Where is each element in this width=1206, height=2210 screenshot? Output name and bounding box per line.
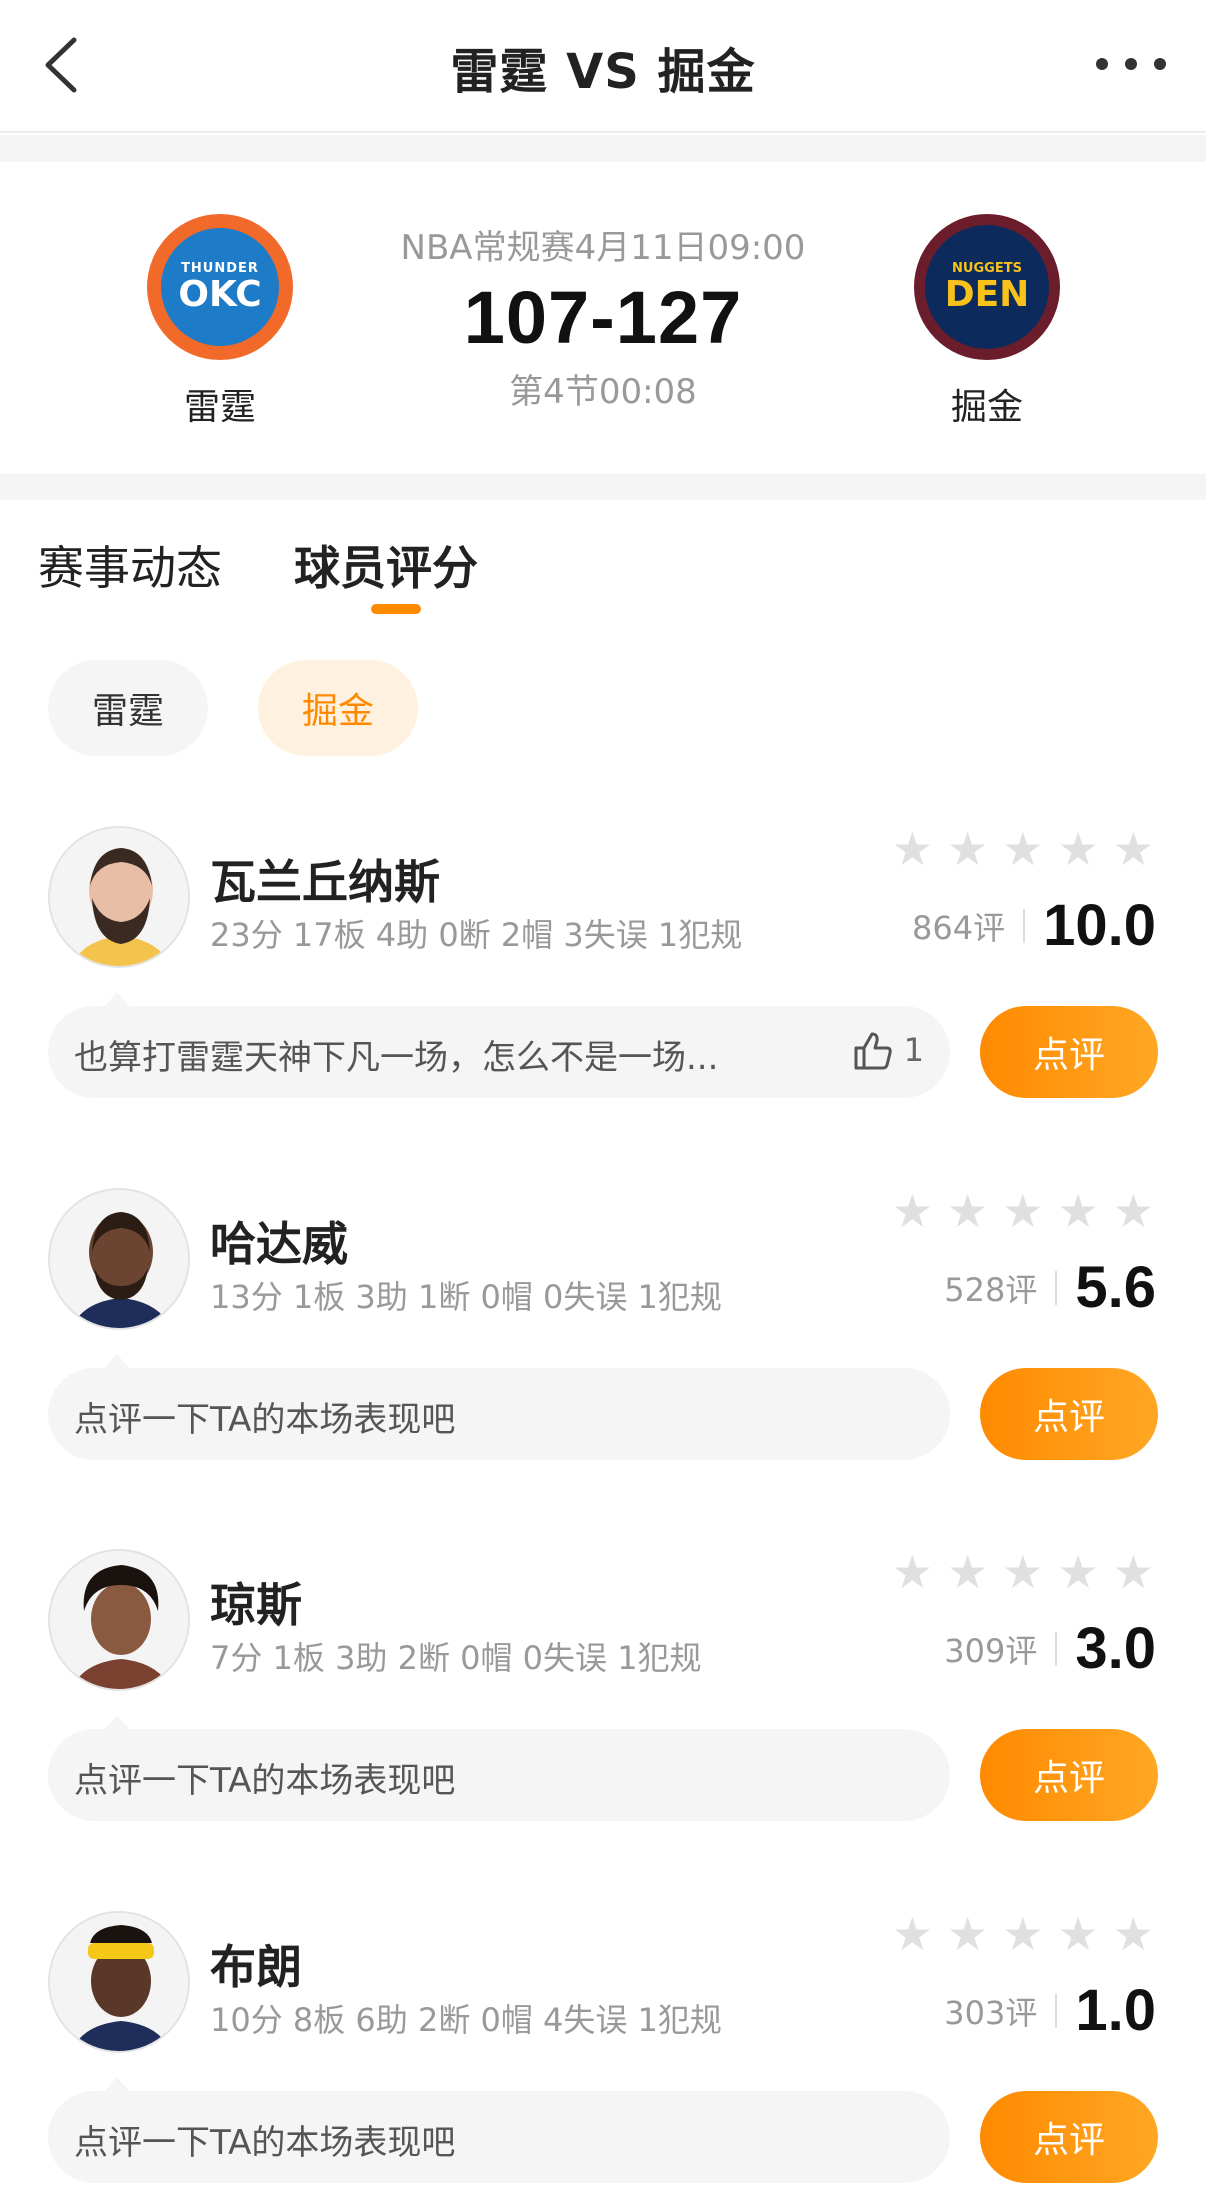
star-icon[interactable]: ★: [1113, 1549, 1154, 1595]
star-icon[interactable]: ★: [947, 1549, 988, 1595]
rating-score: 3.0: [1075, 1616, 1156, 1681]
star-icon[interactable]: ★: [1002, 1188, 1043, 1234]
star-icon[interactable]: ★: [1058, 1188, 1099, 1234]
rating-summary: 309评 3.0: [944, 1615, 1156, 1682]
match-info: NBA常规赛4月11日09:00: [400, 228, 806, 268]
match-score: 107-127: [463, 276, 743, 359]
divider: [1023, 908, 1026, 943]
divider: [1055, 1631, 1058, 1666]
star-icon[interactable]: ★: [947, 1188, 988, 1234]
player-card: 琼斯 7分 1板 3助 2断 0帽 0失误 1犯规 ★ ★ ★ ★ ★ 309评…: [0, 1549, 1206, 1879]
dot-icon: [1096, 58, 1108, 70]
star-icon[interactable]: ★: [892, 1911, 933, 1957]
rating-score: 5.6: [1075, 1255, 1156, 1320]
rating-count: 528评: [944, 1270, 1038, 1309]
logo-big-text: OKC: [178, 273, 262, 315]
divider: [1055, 1270, 1058, 1305]
review-button[interactable]: 点评: [980, 2091, 1158, 2183]
tab-bar: 赛事动态 球员评分: [0, 500, 1206, 620]
thumbs-up-icon: [854, 1032, 892, 1070]
logo-big-text: DEN: [944, 273, 1030, 315]
dot-icon: [1125, 58, 1137, 70]
tab-player-ratings[interactable]: 球员评分: [294, 532, 478, 598]
player-stats: 10分 8板 6助 2断 0帽 4失误 1犯规: [210, 2001, 722, 2039]
filter-chip-nuggets[interactable]: 掘金: [258, 660, 418, 756]
home-team[interactable]: THUNDER OKC 雷霆: [100, 214, 340, 430]
star-icon[interactable]: ★: [1058, 1549, 1099, 1595]
star-icon[interactable]: ★: [1113, 826, 1154, 872]
okc-logo: THUNDER OKC: [147, 214, 293, 360]
player-name: 哈达威: [210, 1217, 348, 1271]
away-team-name: 掘金: [950, 387, 1023, 428]
star-icon[interactable]: ★: [947, 826, 988, 872]
star-icon[interactable]: ★: [1113, 1188, 1154, 1234]
den-logo: NUGGETS DEN: [914, 214, 1060, 360]
like-count: 1: [903, 1031, 924, 1069]
more-options-button[interactable]: [1096, 44, 1166, 84]
player-stats: 13分 1板 3助 1断 0帽 0失误 1犯规: [210, 1278, 722, 1316]
player-card: 瓦兰丘纳斯 23分 17板 4助 0断 2帽 3失误 1犯规 ★ ★ ★ ★ ★…: [0, 826, 1206, 1156]
rating-stars[interactable]: ★ ★ ★ ★ ★: [892, 1549, 1154, 1595]
like-button[interactable]: 1: [850, 1028, 924, 1072]
scoreboard: THUNDER OKC 雷霆 NBA常规赛4月11日09:00 107-127 …: [0, 162, 1206, 474]
comment-text: 也算打雷霆天神下凡一场，怎么不是一场...: [74, 1038, 719, 1078]
rating-summary: 864评 10.0: [912, 892, 1156, 959]
dot-icon: [1154, 58, 1166, 70]
rating-stars[interactable]: ★ ★ ★ ★ ★: [892, 1188, 1154, 1234]
comment-placeholder: 点评一下TA的本场表现吧: [74, 1761, 456, 1801]
star-icon[interactable]: ★: [1058, 826, 1099, 872]
player-name: 瓦兰丘纳斯: [210, 855, 440, 909]
match-center: NBA常规赛4月11日09:00 107-127 第4节00:08: [340, 220, 866, 413]
review-button[interactable]: 点评: [980, 1006, 1158, 1098]
star-icon[interactable]: ★: [892, 826, 933, 872]
player-name: 琼斯: [210, 1578, 302, 1632]
top-comment[interactable]: 也算打雷霆天神下凡一场，怎么不是一场... 1: [48, 992, 950, 1098]
rating-stars[interactable]: ★ ★ ★ ★ ★: [892, 1911, 1154, 1957]
star-icon[interactable]: ★: [1002, 826, 1043, 872]
player-name: 布朗: [210, 1940, 302, 1994]
divider-band: [0, 135, 1206, 162]
active-tab-indicator: [371, 604, 421, 614]
page-title: 雷霆 VS 掘金: [450, 44, 756, 100]
star-icon[interactable]: ★: [1002, 1911, 1043, 1957]
star-icon[interactable]: ★: [1113, 1911, 1154, 1957]
rating-count: 309评: [944, 1631, 1038, 1670]
rating-summary: 528评 5.6: [944, 1254, 1156, 1321]
rating-score: 10.0: [1043, 893, 1156, 958]
rating-stars[interactable]: ★ ★ ★ ★ ★: [892, 826, 1154, 872]
divider-band: [0, 474, 1206, 500]
star-icon[interactable]: ★: [892, 1549, 933, 1595]
star-icon[interactable]: ★: [1058, 1911, 1099, 1957]
home-team-name: 雷霆: [183, 387, 256, 428]
top-nav-bar: 雷霆 VS 掘金: [0, 0, 1206, 133]
player-card: 布朗 10分 8板 6助 2断 0帽 4失误 1犯规 ★ ★ ★ ★ ★ 303…: [0, 1911, 1206, 2210]
away-team[interactable]: NUGGETS DEN 掘金: [867, 214, 1107, 430]
rating-summary: 303评 1.0: [944, 1977, 1156, 2044]
filter-chip-thunder[interactable]: 雷霆: [48, 660, 208, 756]
match-period: 第4节00:08: [509, 372, 697, 412]
comment-input[interactable]: 点评一下TA的本场表现吧: [48, 2077, 950, 2183]
player-avatar[interactable]: [48, 1188, 190, 1330]
comment-input[interactable]: 点评一下TA的本场表现吧: [48, 1354, 950, 1460]
tab-match-feed[interactable]: 赛事动态: [38, 532, 222, 598]
star-icon[interactable]: ★: [947, 1911, 988, 1957]
star-icon[interactable]: ★: [892, 1188, 933, 1234]
comment-placeholder: 点评一下TA的本场表现吧: [74, 1400, 456, 1440]
player-stats: 23分 17板 4助 0断 2帽 3失误 1犯规: [210, 916, 743, 954]
player-card: 哈达威 13分 1板 3助 1断 0帽 0失误 1犯规 ★ ★ ★ ★ ★ 52…: [0, 1188, 1206, 1518]
player-avatar[interactable]: [48, 826, 190, 968]
review-button[interactable]: 点评: [980, 1729, 1158, 1821]
divider: [1055, 1993, 1058, 2028]
rating-score: 1.0: [1075, 1978, 1156, 2043]
player-avatar[interactable]: [48, 1911, 190, 2053]
rating-count: 864评: [912, 908, 1006, 947]
comment-placeholder: 点评一下TA的本场表现吧: [74, 2123, 456, 2163]
review-button[interactable]: 点评: [980, 1368, 1158, 1460]
star-icon[interactable]: ★: [1002, 1549, 1043, 1595]
comment-input[interactable]: 点评一下TA的本场表现吧: [48, 1715, 950, 1821]
rating-count: 303评: [944, 1993, 1038, 2032]
player-stats: 7分 1板 3助 2断 0帽 0失误 1犯规: [210, 1639, 702, 1677]
player-avatar[interactable]: [48, 1549, 190, 1691]
